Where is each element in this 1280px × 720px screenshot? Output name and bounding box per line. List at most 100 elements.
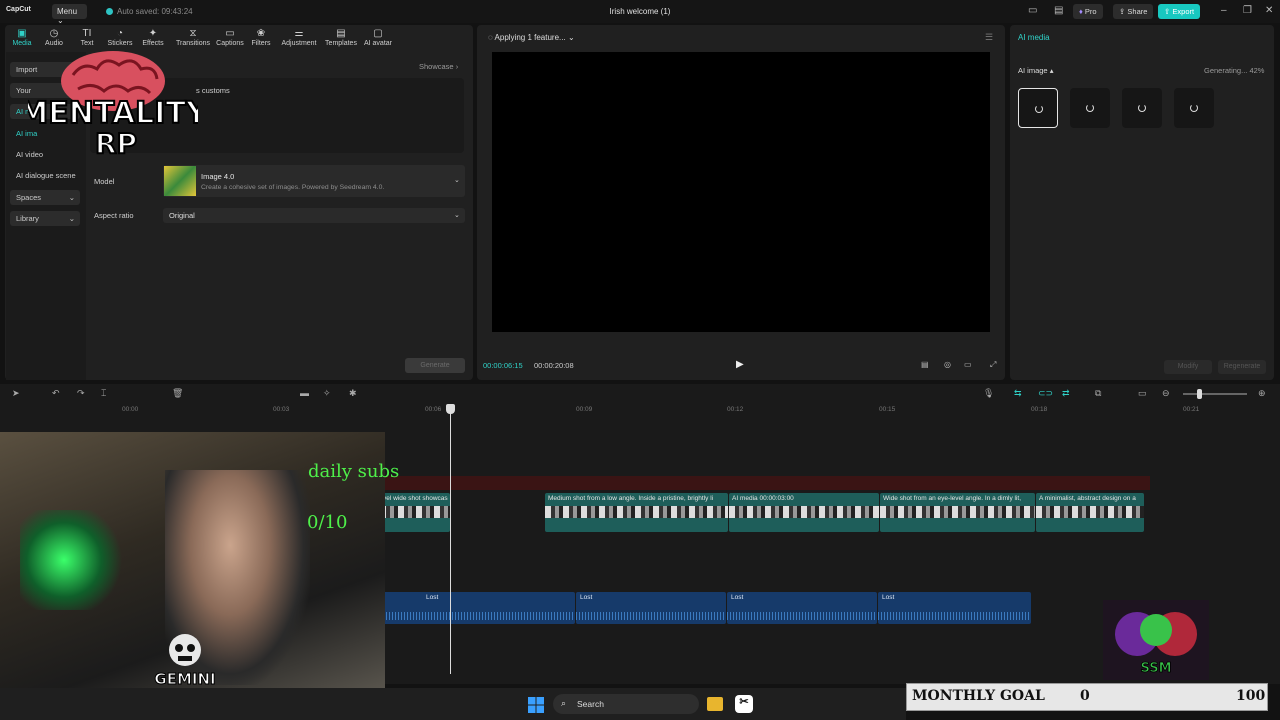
shortcuts-icon[interactable]: ▤ <box>1054 5 1063 16</box>
ruler-tick: 00:09 <box>576 406 593 413</box>
pro-button[interactable]: ♦ Pro <box>1073 4 1103 19</box>
generate-button[interactable]: Generate <box>405 358 465 373</box>
export-label: Export <box>1172 7 1195 16</box>
audio-clip-label: Lost <box>426 594 439 601</box>
export-button[interactable]: ⇧ Export <box>1158 4 1201 19</box>
search-icon: ⌕ <box>561 698 567 708</box>
regenerate-button[interactable]: Regenerate <box>1218 360 1266 374</box>
file-explorer-icon[interactable] <box>707 697 723 711</box>
close-icon[interactable]: ✕ <box>1265 5 1273 16</box>
preview-axis-icon[interactable]: ⧉ <box>1095 388 1101 399</box>
playhead[interactable] <box>450 406 451 674</box>
showcase-label: Showcase <box>419 62 454 71</box>
sidebar-item-spaces[interactable]: Spaces ⌄ <box>10 190 80 205</box>
caption-tool-icon[interactable]: ▬ <box>300 388 309 398</box>
tab-filters[interactable]: ❀ Filters <box>244 28 278 47</box>
monthly-goal-current: 0 <box>1080 688 1090 704</box>
minimize-icon[interactable]: – <box>1221 5 1227 16</box>
zoom-slider[interactable] <box>1183 393 1247 395</box>
share-icon: ⇪ <box>1119 7 1126 16</box>
audio-waveform <box>380 612 575 620</box>
tab-ai-avatar[interactable]: ▢ AI avatar <box>359 28 397 47</box>
restore-icon[interactable]: ❐ <box>1243 5 1252 16</box>
play-icon[interactable]: ▶ <box>736 359 744 370</box>
clip-label: vel wide shot showcas <box>383 495 448 502</box>
media-icon: ▣ <box>17 28 27 39</box>
generated-image-slot[interactable] <box>1122 88 1162 128</box>
fullscreen-icon[interactable]: ⤢ <box>990 360 996 370</box>
ai-image-section[interactable]: AI image ▴ <box>1018 66 1053 75</box>
audio-clip[interactable]: Lost <box>576 592 726 624</box>
split-icon[interactable]: ⌶ <box>101 388 106 399</box>
audio-icon: ◷ <box>49 28 59 39</box>
chevron-right-icon: › <box>455 62 459 71</box>
model-select[interactable] <box>163 165 465 197</box>
magic-icon[interactable]: ✧ <box>323 388 331 399</box>
chevron-down-icon: ⌄ <box>454 212 460 219</box>
library-label: Library <box>16 214 39 223</box>
tab-filters-label: Filters <box>251 40 271 47</box>
generated-image-slot[interactable] <box>1070 88 1110 128</box>
playhead-handle[interactable] <box>446 404 455 414</box>
undo-icon[interactable]: ↶ <box>52 388 60 399</box>
generated-image-slot[interactable] <box>1174 88 1214 128</box>
caption-toggle-icon[interactable]: ▭ <box>1138 388 1147 399</box>
monthly-goal-label: MONTHLY GOAL <box>912 688 1045 704</box>
video-clip[interactable]: Wide shot from an eye-level angle. In a … <box>880 493 1035 532</box>
clip-thumbnails <box>380 506 450 518</box>
capcut-taskbar-icon[interactable]: ✂ <box>735 695 753 713</box>
redo-icon[interactable]: ↷ <box>77 388 85 399</box>
showcase-link[interactable]: Showcase › <box>419 62 458 71</box>
video-clip[interactable]: A minimalist, abstract design on a <box>1036 493 1144 532</box>
generated-image-slot[interactable] <box>1018 88 1058 128</box>
ratio-icon[interactable]: ▭ <box>964 360 972 369</box>
layout-icon[interactable]: ▭ <box>1028 5 1037 16</box>
video-preview[interactable] <box>492 52 990 332</box>
video-clip[interactable]: Medium shot from a low angle. Inside a p… <box>545 493 728 532</box>
spinner-icon <box>1138 104 1146 112</box>
aspect-ratio-select[interactable] <box>163 208 465 223</box>
templates-icon: ▤ <box>336 28 346 39</box>
windows-start-icon[interactable] <box>528 697 544 713</box>
player-status[interactable]: ◌ Applying 1 feature... ⌄ <box>488 33 575 42</box>
modify-button[interactable]: Modify <box>1164 360 1212 374</box>
zoom-out-icon[interactable]: ⊖ <box>1162 388 1170 399</box>
zoom-in-icon[interactable]: ⊕ <box>1258 388 1266 399</box>
model-description: Create a cohesive set of images. Powered… <box>201 184 385 191</box>
focus-icon[interactable]: ◎ <box>944 360 951 369</box>
clip-label: A minimalist, abstract design on a <box>1039 495 1136 502</box>
chevron-down-icon: ⌄ <box>68 214 75 223</box>
project-title[interactable]: Irish welcome (1) <box>540 7 740 16</box>
menu-icon[interactable]: ☰ <box>985 32 993 43</box>
audio-clip-label: Lost <box>882 594 895 601</box>
zoom-slider-handle[interactable] <box>1197 389 1202 399</box>
quality-icon[interactable]: ▤ <box>921 360 929 369</box>
delete-icon[interactable]: 🗑 <box>172 388 183 399</box>
effects-track[interactable] <box>380 476 1150 490</box>
daily-subs-label: daily subs <box>308 461 400 482</box>
video-clip[interactable]: AI media 00:00:03:00 <box>729 493 879 532</box>
microphone-icon[interactable]: 🎙 <box>983 388 994 399</box>
snap-icon[interactable]: ⇄ <box>1062 388 1070 399</box>
tab-templates[interactable]: ▤ Templates <box>321 28 361 47</box>
diamond-icon: ♦ <box>1079 7 1083 16</box>
share-button[interactable]: ⇪ Share <box>1113 4 1154 19</box>
audio-clip[interactable]: Lost <box>727 592 877 624</box>
magnet-icon[interactable]: ⊂⊃ <box>1038 388 1053 399</box>
audio-clip[interactable]: Lost <box>380 592 575 624</box>
video-clip[interactable]: vel wide shot showcas <box>380 493 450 532</box>
spaces-label: Spaces <box>16 193 42 202</box>
tab-adjustment[interactable]: ⚌ Adjustment <box>277 28 321 47</box>
sidebar-item-ai-dialogue[interactable]: AI dialogue scene <box>10 168 86 183</box>
audio-clip[interactable]: Lost <box>878 592 1031 624</box>
sidebar-item-library[interactable]: Library ⌄ <box>10 211 80 226</box>
ai-tool-icon[interactable]: ✱ <box>349 388 357 399</box>
logo-text-line2: RP <box>95 127 137 160</box>
menu-button[interactable]: Menu ⌄ <box>52 4 87 25</box>
link-icon[interactable]: ⇆ <box>1014 388 1022 399</box>
player-status-label: Applying 1 feature... <box>494 33 566 42</box>
taskbar-search[interactable]: Search <box>553 694 699 714</box>
select-cursor-icon[interactable]: ➤ <box>12 388 20 399</box>
ai-media-panel <box>1010 25 1274 380</box>
ruler-tick: 00:06 <box>425 406 442 413</box>
